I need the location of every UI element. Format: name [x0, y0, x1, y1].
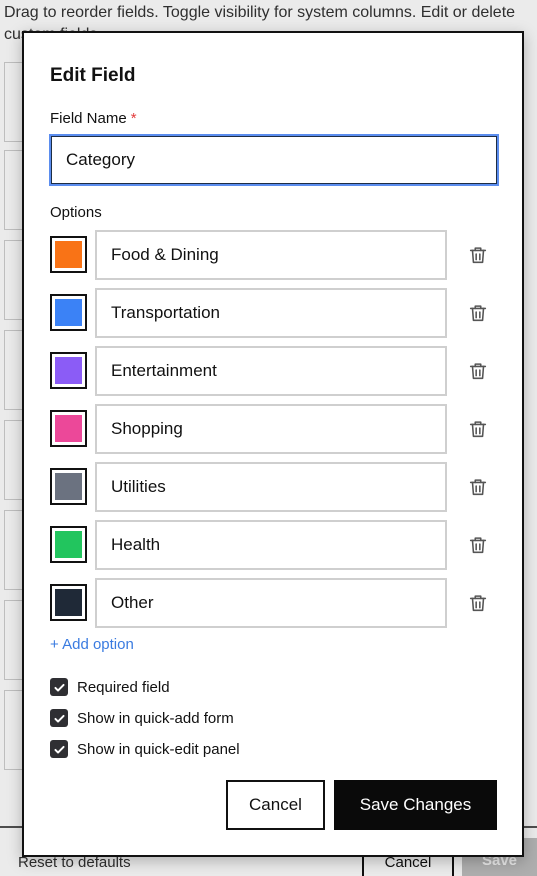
- option-input[interactable]: [95, 578, 447, 628]
- trash-icon[interactable]: [467, 302, 489, 324]
- color-swatch-fill: [55, 415, 82, 442]
- option-input[interactable]: [95, 230, 447, 280]
- checkbox[interactable]: [50, 678, 68, 696]
- checkbox-row[interactable]: Show in quick-edit panel: [50, 738, 240, 760]
- trash-icon[interactable]: [467, 534, 489, 556]
- color-swatch-fill: [55, 473, 82, 500]
- checkbox[interactable]: [50, 709, 68, 727]
- save-changes-button[interactable]: Save Changes: [334, 780, 497, 830]
- field-name-label-text: Field Name: [50, 110, 127, 127]
- checkmark-icon: [53, 743, 66, 756]
- add-option-link[interactable]: + Add option: [50, 636, 134, 653]
- option-row: [50, 520, 500, 570]
- required-marker: *: [130, 110, 137, 127]
- checkbox-row[interactable]: Show in quick-add form: [50, 707, 234, 729]
- color-swatch-button[interactable]: [50, 526, 87, 563]
- color-swatch-fill: [55, 531, 82, 558]
- checkbox[interactable]: [50, 740, 68, 758]
- cancel-button[interactable]: Cancel: [226, 780, 325, 830]
- color-swatch-button[interactable]: [50, 294, 87, 331]
- color-swatch-button[interactable]: [50, 584, 87, 621]
- field-name-input[interactable]: [49, 134, 499, 186]
- option-row: [50, 288, 500, 338]
- option-row: [50, 230, 500, 280]
- option-input[interactable]: [95, 346, 447, 396]
- edit-field-modal: Edit Field Field Name* Options + Add opt…: [22, 31, 524, 857]
- trash-icon[interactable]: [467, 360, 489, 382]
- option-row: [50, 578, 500, 628]
- color-swatch-button[interactable]: [50, 236, 87, 273]
- checkbox-label: Show in quick-edit panel: [77, 740, 240, 758]
- field-name-label: Field Name *: [50, 110, 137, 127]
- trash-icon[interactable]: [467, 476, 489, 498]
- checkbox-label: Show in quick-add form: [77, 709, 234, 727]
- option-input[interactable]: [95, 462, 447, 512]
- checkbox-label: Required field: [77, 678, 170, 696]
- options-label: Options: [50, 204, 102, 221]
- checkbox-row[interactable]: Required field: [50, 676, 170, 698]
- option-row: [50, 404, 500, 454]
- color-swatch-button[interactable]: [50, 410, 87, 447]
- trash-icon[interactable]: [467, 244, 489, 266]
- color-swatch-fill: [55, 299, 82, 326]
- color-swatch-fill: [55, 241, 82, 268]
- trash-icon[interactable]: [467, 592, 489, 614]
- checkmark-icon: [53, 681, 66, 694]
- option-row: [50, 346, 500, 396]
- checkmark-icon: [53, 712, 66, 725]
- color-swatch-fill: [55, 589, 82, 616]
- option-input[interactable]: [95, 288, 447, 338]
- option-input[interactable]: [95, 520, 447, 570]
- modal-title: Edit Field: [50, 65, 136, 86]
- option-row: [50, 462, 500, 512]
- color-swatch-button[interactable]: [50, 468, 87, 505]
- option-input[interactable]: [95, 404, 447, 454]
- trash-icon[interactable]: [467, 418, 489, 440]
- color-swatch-fill: [55, 357, 82, 384]
- color-swatch-button[interactable]: [50, 352, 87, 389]
